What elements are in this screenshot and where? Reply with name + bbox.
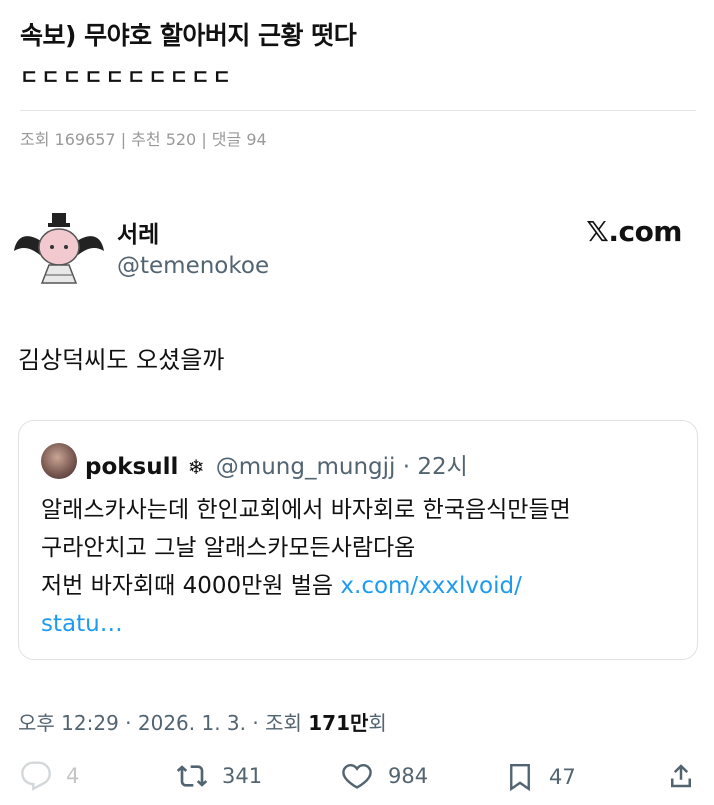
bookmark-button[interactable]: 47 [505, 760, 576, 794]
retweet-icon [176, 760, 208, 792]
quote-text: 알래스카사는데 한인교회에서 바자회로 한국음식만들면 구라안치고 그날 알래스… [41, 491, 677, 643]
tweet-meta: 오후 12:29 · 2026. 1. 3. · 조회 171만회 [18, 707, 387, 736]
quote-author-name[interactable]: poksull [85, 454, 178, 480]
action-bar: 4 341 984 47 [0, 760, 714, 800]
post-title: 속보) 무야호 할아버지 근황 떳다 [20, 21, 357, 50]
author-name[interactable]: 서레 [117, 215, 159, 249]
author-avatar[interactable] [14, 209, 104, 289]
like-button[interactable]: 984 [340, 760, 428, 792]
post-stats: 조회 169657 | 추천 520 | 댓글 94 [20, 130, 267, 149]
quote-line: 알래스카사는데 한인교회에서 바자회로 한국음식만들면 [41, 497, 571, 523]
x-logo-icon[interactable]: 𝕏.com [586, 215, 682, 248]
quote-line: 저번 바자회때 4000만원 벌음 [41, 573, 334, 599]
quote-tweet[interactable]: poksull ❄ @mung_mungjj · 22시 알래스카사는데 한인교… [18, 420, 698, 660]
post-header: 속보) 무야호 할아버지 근황 떳다 ㄷㄷㄷㄷㄷㄷㄷㄷㄷㄷ [20, 18, 696, 92]
quote-link-continued[interactable]: statu… [41, 605, 677, 643]
share-button[interactable] [666, 760, 696, 792]
retweet-count: 341 [222, 764, 263, 788]
quote-header: poksull ❄ @mung_mungjj · 22시 [85, 447, 468, 481]
tweet-text: 김상덕씨도 오셨을까 [18, 346, 225, 374]
quote-line: 구라안치고 그날 알래스카모든사람다옴 [41, 535, 416, 561]
reply-button[interactable]: 4 [20, 760, 79, 792]
quote-line-with-link: 저번 바자회때 4000만원 벌음 x.com/xxxlvoid/ [41, 567, 677, 605]
quote-link[interactable]: x.com/xxxlvoid/ [340, 573, 521, 599]
snowflake-badge-icon: ❄ [187, 455, 205, 479]
quote-author-handle[interactable]: @mung_mungjj [216, 454, 396, 480]
view-suffix: 회 [368, 711, 387, 735]
retweet-button[interactable]: 341 [176, 760, 262, 792]
heart-icon [340, 760, 374, 792]
divider [20, 110, 696, 111]
reply-icon [20, 760, 52, 792]
author-handle[interactable]: @temenokoe [117, 253, 269, 279]
quote-time: · 22시 [402, 454, 468, 480]
quote-avatar[interactable] [41, 443, 77, 479]
like-count: 984 [388, 764, 429, 788]
post-subtitle: ㄷㄷㄷㄷㄷㄷㄷㄷㄷㄷ [20, 65, 234, 89]
share-icon [666, 760, 696, 792]
reply-count: 4 [66, 764, 80, 788]
view-count: 171만 [308, 711, 369, 735]
tweet-timestamp[interactable]: 오후 12:29 · 2026. 1. 3. · 조회 [18, 711, 308, 735]
bookmark-count: 47 [549, 765, 576, 789]
bookmark-icon [505, 760, 535, 794]
